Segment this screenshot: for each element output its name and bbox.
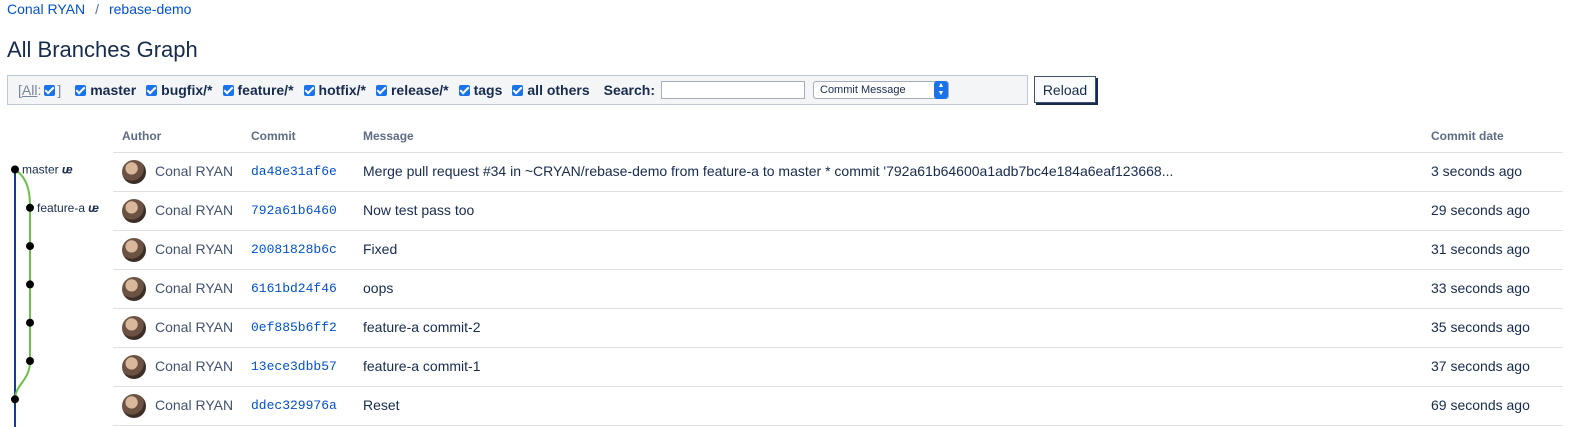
filter-tags[interactable]: tags [458,82,513,98]
commit-node [26,203,34,212]
author-name: Conal RYAN [155,358,234,374]
reload-button[interactable]: Reload [1034,76,1096,103]
author-name: Conal RYAN [155,163,234,179]
all-checkbox[interactable] [44,84,56,96]
breadcrumb-separator: / [95,1,99,17]
breadcrumb: Conal RYAN / rebase-demo [7,1,191,17]
filter-feature-checkbox[interactable] [222,84,234,96]
commit-hash-link[interactable]: ddec329976a [251,398,337,413]
commit-message: Reset [363,397,400,413]
header-commit-date: Commit date [1431,129,1504,143]
filter-bugfix-checkbox[interactable] [146,84,158,96]
avatar [122,238,146,262]
avatar [122,160,146,184]
commit-node [11,395,19,404]
avatar [122,199,146,223]
commit-date: 35 seconds ago [1431,319,1530,335]
filter-tags-label: tags [473,82,503,98]
breadcrumb-repo-link[interactable]: rebase-demo [109,1,192,17]
filter-hotfix-label: hotfix/* [318,82,366,98]
table-body: Conal RYAN da48e31af6e Merge pull request … [113,153,1563,426]
avatar [122,316,146,340]
table-row[interactable]: Conal RYAN 20081828b6c Fixed 31 seconds ago [113,231,1563,270]
branch-label-feature-a: feature-a [37,201,85,215]
select-arrows-icon: ▲ ▼ [934,81,948,99]
filter-release-checkbox[interactable] [375,84,387,96]
commit-node [26,357,34,365]
search-mode-select[interactable]: Commit Message ▲ ▼ [813,81,949,99]
commit-hash-link[interactable]: 20081828b6c [251,242,337,257]
author-name: Conal RYAN [155,319,234,335]
all-colon: : [37,82,42,98]
commit-hash-link[interactable]: 792a61b6460 [251,203,337,218]
filter-bugfix[interactable]: bugfix/* [146,82,222,98]
all-close-bracket: ] [57,82,62,98]
commit-node [26,280,34,289]
branch-icon: ᵫ [88,201,99,215]
avatar [122,277,146,301]
filter-release-label: release/* [390,82,449,98]
commits-table: Author Commit Message Commit date Conal … [113,124,1563,426]
commit-date: 29 seconds ago [1431,202,1530,218]
filter-release[interactable]: release/* [375,82,459,98]
branch-label-master: master [22,163,59,177]
page-title: All Branches Graph [7,37,198,62]
table-row[interactable]: Conal RYAN 6161bd24f46 oops 33 seconds ago [113,270,1563,309]
header-commit: Commit [251,129,296,143]
commit-message: Now test pass too [363,202,475,218]
commit-date: 33 seconds ago [1431,280,1530,296]
commit-message: feature-a commit-1 [363,358,481,374]
all-toggle-group: [ All : ] [18,82,61,98]
filter-bugfix-label: bugfix/* [161,82,213,98]
avatar [122,394,146,418]
branch-filter-bar: [ All : ] master bugfix/* feature/* hotf… [7,75,1028,105]
commit-date: 3 seconds ago [1431,163,1523,179]
commit-message: Fixed [363,241,398,257]
commit-hash-link[interactable]: 6161bd24f46 [251,281,337,296]
author-name: Conal RYAN [155,202,234,218]
commit-hash-link[interactable]: da48e31af6e [251,164,337,179]
author-name: Conal RYAN [155,241,234,257]
filter-master-label: master [90,82,137,98]
commit-message: Merge pull request #34 in ~CRYAN/rebase-… [363,163,1174,179]
commit-message: feature-a commit-2 [363,319,481,335]
filter-tags-checkbox[interactable] [458,84,470,96]
header-message: Message [363,129,414,143]
commit-hash-link[interactable]: 0ef885b6ff2 [251,320,337,335]
commit-date: 69 seconds ago [1431,397,1530,413]
commit-message: oops [363,280,394,296]
header-author: Author [122,129,162,143]
commit-graph: master ᵫfeature-a ᵫ [11,163,99,427]
table-row[interactable]: Conal RYAN 13ece3dbb57 feature-a commit-1 3… [113,348,1563,387]
filter-all-others-checkbox[interactable] [512,84,524,96]
commit-node [26,242,34,251]
filter-master[interactable]: master [75,82,146,98]
commit-hash-link[interactable]: 13ece3dbb57 [251,359,337,374]
filter-hotfix[interactable]: hotfix/* [303,82,376,98]
filter-hotfix-checkbox[interactable] [303,84,315,96]
commit-node [11,165,19,174]
all-link[interactable]: All [22,82,38,98]
filter-all-others-label: all others [527,82,590,98]
author-name: Conal RYAN [155,280,234,296]
filter-feature[interactable]: feature/* [222,82,304,98]
avatar [122,355,146,379]
filter-all-others[interactable]: all others [512,82,599,98]
commit-node [26,318,34,327]
author-name: Conal RYAN [155,397,234,413]
table-row[interactable]: Conal RYAN ddec329976a Reset 69 seconds ago [113,387,1563,426]
breadcrumb-owner-link[interactable]: Conal RYAN [7,1,85,17]
search-input[interactable] [661,81,805,99]
table-header: Author Commit Message Commit date [113,124,1563,153]
branch-icon: ᵫ [62,163,73,177]
commit-date: 37 seconds ago [1431,358,1530,374]
commit-date: 31 seconds ago [1431,241,1530,257]
filter-feature-label: feature/* [237,82,294,98]
table-row[interactable]: Conal RYAN 792a61b6460 Now test pass too 29… [113,192,1563,231]
filter-master-checkbox[interactable] [75,84,87,96]
search-label: Search: [603,82,655,98]
table-row[interactable]: Conal RYAN da48e31af6e Merge pull request … [113,153,1563,192]
table-row[interactable]: Conal RYAN 0ef885b6ff2 feature-a commit-2 3… [113,309,1563,348]
search-mode-value: Commit Message [820,84,906,96]
